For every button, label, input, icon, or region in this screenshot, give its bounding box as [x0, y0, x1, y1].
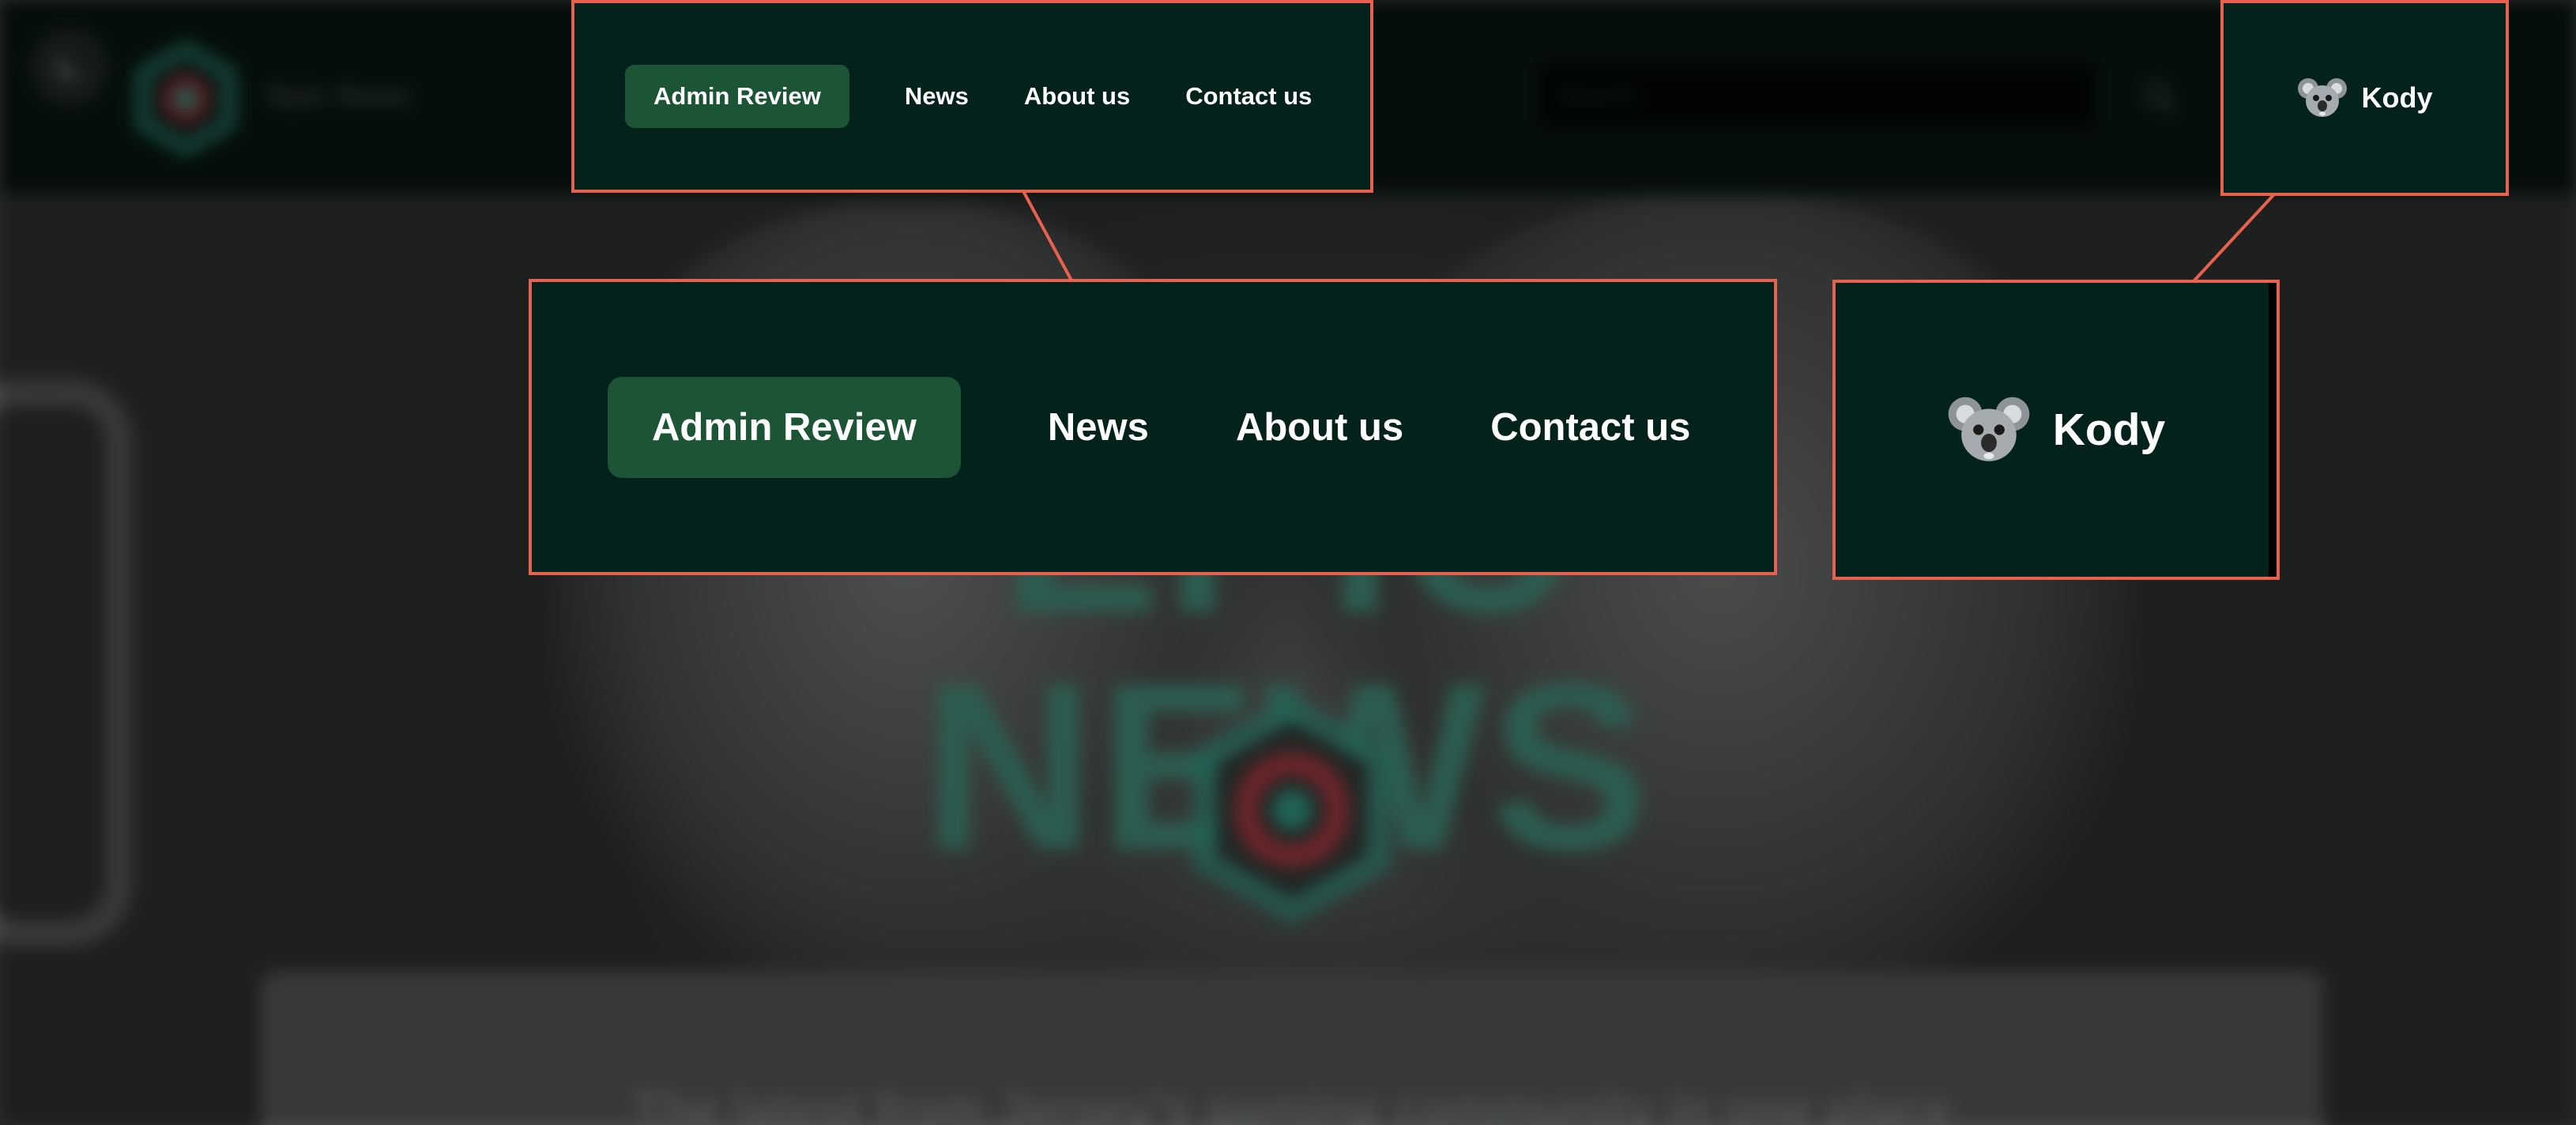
nav-item-admin-review[interactable]: Admin Review [625, 65, 849, 128]
nav-item-about-us[interactable]: About us [1024, 82, 1130, 111]
user-name: Kody [2361, 81, 2433, 114]
user-menu-button-zoom[interactable]: Kody [1947, 388, 2166, 472]
screenshot-stage: Epic News Search EPIC NEWS The latest fr… [0, 0, 2576, 1125]
user-name-zoom: Kody [2052, 404, 2166, 455]
nav-item-news-zoom[interactable]: News [1048, 405, 1149, 450]
koala-avatar-icon [2297, 73, 2348, 123]
nav-menu-callout: Admin Review News About us Contact us [571, 0, 1373, 193]
nav-item-about-us-zoom[interactable]: About us [1236, 405, 1403, 450]
koala-avatar-icon [1947, 388, 2031, 472]
nav-item-contact-us-zoom[interactable]: Contact us [1490, 405, 1690, 450]
nav-menu-zoom-callout: Admin Review News About us Contact us [529, 279, 1777, 575]
user-callout-edge [2269, 283, 2277, 577]
user-menu-callout: Kody [2220, 0, 2509, 196]
user-menu-button[interactable]: Kody [2297, 73, 2433, 123]
nav-item-news[interactable]: News [905, 82, 969, 111]
user-menu-zoom-callout: Kody [1832, 280, 2280, 580]
nav-item-admin-review-zoom[interactable]: Admin Review [608, 376, 961, 478]
nav-item-contact-us[interactable]: Contact us [1185, 82, 1312, 111]
